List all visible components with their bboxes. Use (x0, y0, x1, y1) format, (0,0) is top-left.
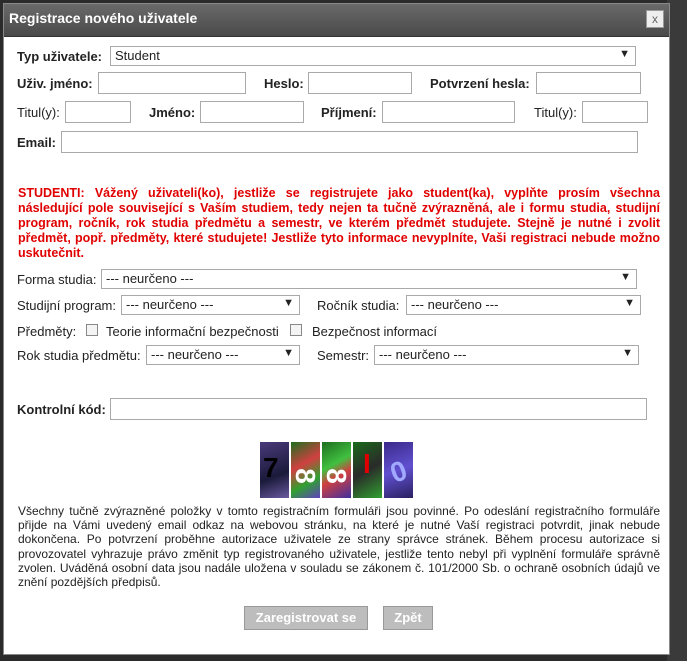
year-of-study-label: Ročník studia: (317, 298, 400, 313)
subject-label-1: Teorie informační bezpečnosti (106, 324, 279, 339)
email-label: Email: (17, 135, 57, 150)
captcha-tile: 8 (322, 442, 351, 498)
chevron-down-icon: ▼ (624, 297, 635, 309)
chevron-down-icon: ▼ (620, 271, 631, 283)
subject-year-label: Rok studia předmětu: (17, 348, 141, 363)
firstname-label: Jméno: (149, 105, 196, 120)
lastname-input[interactable] (382, 101, 515, 123)
subject-checkbox-1[interactable] (86, 324, 98, 336)
study-form-label: Forma studia: (17, 272, 97, 287)
captcha-char: 8 (322, 468, 351, 484)
user-type-value: Student (115, 48, 160, 63)
year-of-study-select[interactable]: --- neurčeno --- ▼ (406, 295, 641, 315)
study-form-select[interactable]: --- neurčeno --- ▼ (101, 269, 637, 289)
chevron-down-icon: ▼ (619, 48, 630, 60)
password-confirm-input[interactable] (536, 72, 641, 94)
chevron-down-icon: ▼ (283, 347, 294, 359)
subject-year-value: --- neurčeno --- (151, 347, 239, 362)
program-value: --- neurčeno --- (126, 297, 214, 312)
register-button[interactable]: Zaregistrovat se (244, 606, 368, 630)
password-confirm-label: Potvrzení hesla: (430, 76, 530, 91)
student-warning: STUDENTI: Vážený uživateli(ko), jestliže… (18, 186, 660, 260)
captcha-char: 0 (385, 454, 412, 489)
title-after-input[interactable] (582, 101, 648, 123)
password-input[interactable] (308, 72, 412, 94)
captcha-tile: 7 (260, 442, 289, 498)
password-label: Heslo: (264, 76, 304, 91)
info-text: Všechny tučně zvýrazněné položky v tomto… (18, 504, 660, 590)
captcha-tile: I (353, 442, 382, 498)
captcha-char: I (363, 448, 371, 479)
semester-value: --- neurčeno --- (379, 347, 467, 362)
program-select[interactable]: --- neurčeno --- ▼ (121, 295, 300, 315)
email-input[interactable] (61, 131, 638, 153)
study-form-value: --- neurčeno --- (106, 271, 194, 286)
captcha-tile: 0 (384, 442, 413, 498)
chevron-down-icon: ▼ (622, 347, 633, 359)
lastname-label: Příjmení: (321, 105, 377, 120)
subject-label-2: Bezpečnost informací (312, 324, 438, 339)
captcha-tile: 8 (291, 442, 320, 498)
semester-select[interactable]: --- neurčeno --- ▼ (374, 345, 639, 365)
background-page (667, 0, 687, 661)
subject-checkbox-2[interactable] (290, 324, 302, 336)
title-after-label: Titul(y): (534, 105, 577, 120)
registration-dialog: Registrace nového uživatele x Typ uživat… (3, 3, 670, 655)
year-of-study-value: --- neurčeno --- (411, 297, 499, 312)
user-type-select[interactable]: Student ▼ (110, 46, 636, 66)
semester-label: Semestr: (317, 348, 370, 363)
title-before-input[interactable] (65, 101, 131, 123)
dialog-titlebar: Registrace nového uživatele x (4, 4, 669, 37)
control-code-label: Kontrolní kód: (17, 402, 106, 417)
username-input[interactable] (98, 72, 246, 94)
firstname-input[interactable] (200, 101, 304, 123)
captcha-char: 7 (263, 452, 279, 483)
back-button[interactable]: Zpět (383, 606, 433, 630)
title-before-label: Titul(y): (17, 105, 60, 120)
program-label: Studijní program: (17, 298, 116, 313)
subject-year-select[interactable]: --- neurčeno --- ▼ (146, 345, 300, 365)
close-button[interactable]: x (646, 10, 664, 28)
captcha-char: 8 (291, 468, 320, 484)
subjects-label: Předměty: (17, 324, 77, 339)
chevron-down-icon: ▼ (283, 297, 294, 309)
captcha-image: 7 8 8 I 0 (260, 442, 414, 498)
username-label: Uživ. jméno: (17, 76, 93, 91)
user-type-label: Typ uživatele: (17, 49, 103, 64)
dialog-title: Registrace nového uživatele (9, 10, 198, 26)
control-code-input[interactable] (110, 398, 647, 420)
